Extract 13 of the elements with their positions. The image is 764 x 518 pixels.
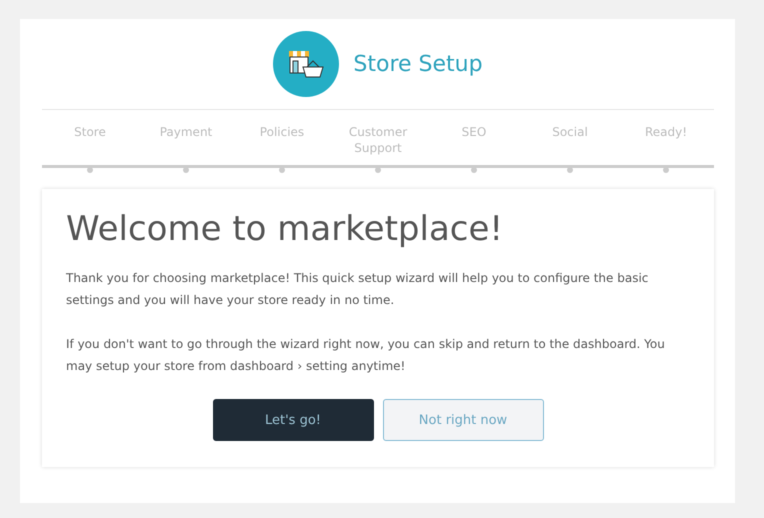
step-label: Policies (258, 124, 306, 141)
welcome-heading: Welcome to marketplace! (66, 209, 504, 249)
intro-paragraph: If you don't want to go through the wizard right now, you can skip and return to the dashboard. You may setup your store from dashboard › setting anytime! (66, 336, 666, 375)
step-label: Store (73, 124, 107, 141)
step-label: Ready! (644, 124, 688, 141)
step-label: SEO (460, 124, 488, 141)
store-logo-icon (273, 31, 340, 97)
step-label: Payment (158, 124, 214, 141)
start-button[interactable]: Let's go! (212, 399, 374, 441)
step-label: Social (551, 124, 589, 141)
intro-paragraph: Thank you for choosing marketplace! This quick setup wizard will help you to configure the basic settings and you will have your store ready in no time. (66, 270, 650, 309)
step-label: Customer Support (348, 124, 408, 157)
page-title: Store Setup (353, 52, 483, 76)
